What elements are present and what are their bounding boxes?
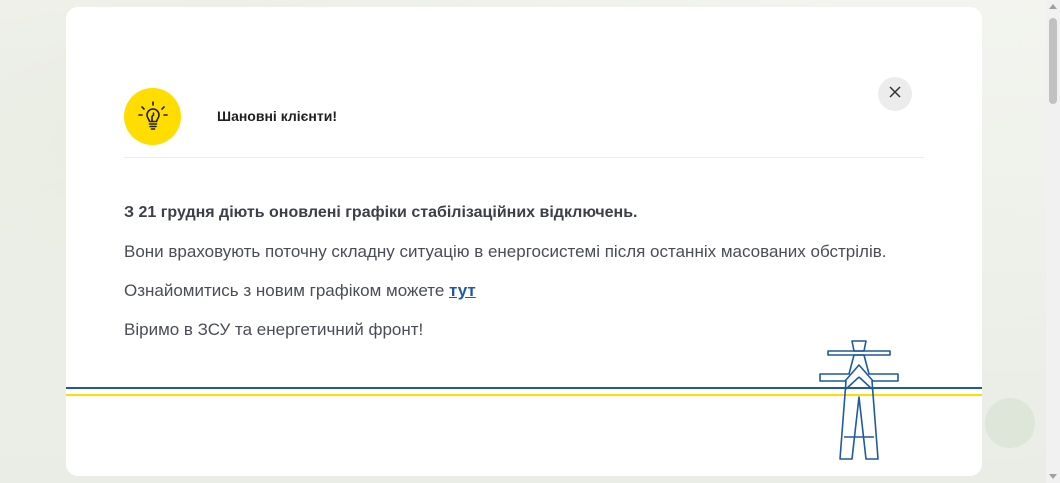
modal-header: Шановні клієнти! bbox=[124, 86, 924, 146]
scroll-down-arrow-icon[interactable] bbox=[1049, 474, 1057, 479]
scroll-up-arrow-icon[interactable] bbox=[1049, 4, 1057, 9]
modal-title: Шановні клієнти! bbox=[217, 108, 337, 124]
page-scrollbar[interactable] bbox=[1046, 0, 1060, 483]
lead-text: З 21 грудня діють оновлені графіки стабі… bbox=[124, 204, 638, 221]
power-line-tower-icon bbox=[819, 340, 899, 460]
lightbulb-icon bbox=[124, 87, 181, 145]
close-button[interactable] bbox=[878, 77, 912, 111]
close-icon bbox=[889, 85, 901, 103]
paragraph-schedule: Ознайомитись з новим графіком можете тут bbox=[124, 281, 944, 301]
scrollbar-thumb[interactable] bbox=[1049, 18, 1057, 104]
schedule-link[interactable]: тут bbox=[449, 281, 476, 300]
modal-content: З 21 грудня діють оновлені графіки стабі… bbox=[124, 203, 944, 359]
chat-bubble-backdrop bbox=[985, 398, 1035, 448]
header-divider bbox=[124, 157, 924, 158]
paragraph-schedule-text: Ознайомитись з новим графіком можете bbox=[124, 281, 450, 300]
paragraph-situation: Вони враховують поточну складну ситуацію… bbox=[124, 242, 887, 261]
announcement-modal: Шановні клієнти! З 21 грудня діють оновл… bbox=[66, 7, 982, 476]
